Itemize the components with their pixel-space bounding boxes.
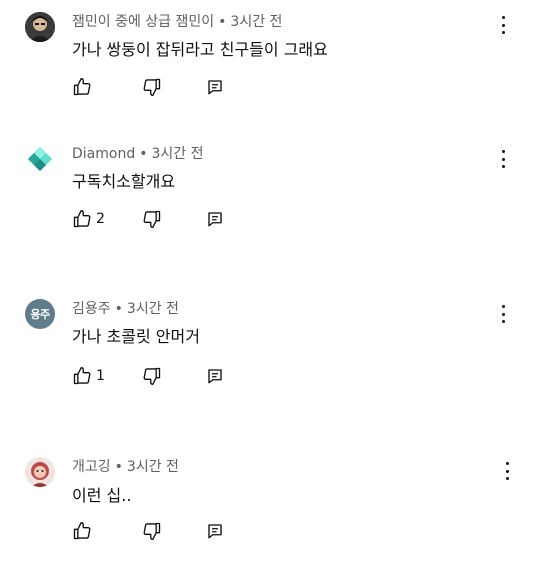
comment-item: 잼민이 중에 상급 잼민이 • 3시간 전 가나 쌍둥이 잡뒤라고 친구들이 그래요 (0, 0, 538, 120)
timestamp[interactable]: 3시간 전 (151, 146, 203, 162)
comment-text: 이런 십.. (72, 486, 132, 505)
reply-button[interactable] (206, 210, 224, 228)
thumbs-up-icon (73, 522, 91, 540)
more-vertical-icon (501, 305, 505, 308)
more-vertical-icon (505, 462, 509, 465)
dislike-button[interactable] (142, 366, 206, 386)
timestamp[interactable]: 3시간 전 (127, 301, 179, 317)
reply-icon (208, 524, 222, 539)
comment-meta: 김용주 • 3시간 전 (72, 298, 179, 318)
dislike-button[interactable] (142, 77, 206, 97)
avatar-photo (25, 457, 55, 487)
avatar[interactable] (25, 12, 55, 42)
avatar-photo (25, 12, 55, 42)
separator: • (139, 146, 148, 162)
thumbs-down-icon (143, 78, 161, 97)
timestamp[interactable]: 3시간 전 (230, 14, 282, 30)
reply-icon (208, 80, 222, 95)
comment-item: 개고깅 • 3시간 전 이런 십.. (0, 446, 538, 566)
comment-item: 용주 김용주 • 3시간 전 가나 초콜릿 안머거 1 (0, 288, 538, 408)
more-options-button[interactable] (498, 148, 508, 170)
reply-icon (208, 212, 222, 227)
separator: • (114, 301, 123, 317)
like-button[interactable] (72, 521, 142, 541)
thumbs-down-icon (143, 522, 161, 540)
like-count: 1 (96, 368, 105, 384)
like-button[interactable] (72, 77, 142, 97)
comment-text: 가나 쌍둥이 잡뒤라고 친구들이 그래요 (72, 40, 328, 59)
author-name[interactable]: 개고깅 (72, 459, 111, 475)
comment-actions: 2 (72, 208, 224, 230)
avatar[interactable] (25, 457, 55, 487)
separator: • (114, 459, 123, 475)
author-name[interactable]: Diamond (72, 146, 135, 162)
author-name[interactable]: 잼민이 중에 상급 잼민이 (72, 14, 214, 30)
dislike-button[interactable] (142, 521, 206, 541)
timestamp[interactable]: 3시간 전 (127, 459, 179, 475)
like-button[interactable]: 1 (72, 366, 142, 386)
more-options-button[interactable] (498, 14, 508, 36)
comment-actions (72, 520, 224, 542)
separator: • (218, 14, 227, 30)
comment-text: 구독치소할개요 (72, 172, 176, 191)
thumbs-up-icon (73, 367, 91, 385)
like-count: 2 (96, 211, 105, 227)
comment-actions (72, 76, 224, 98)
like-button[interactable]: 2 (72, 209, 142, 229)
thumbs-up-icon (73, 78, 91, 96)
more-options-button[interactable] (502, 460, 512, 482)
thumbs-up-icon (73, 210, 91, 228)
thumbs-down-icon (143, 367, 161, 385)
comment-item: Diamond • 3시간 전 구독치소할개요 2 (0, 132, 538, 252)
comment-actions: 1 (72, 365, 224, 387)
avatar[interactable] (25, 144, 55, 174)
reply-button[interactable] (206, 78, 224, 96)
comment-text: 가나 초콜릿 안머거 (72, 327, 200, 346)
reply-button[interactable] (206, 522, 224, 540)
thumbs-down-icon (143, 210, 161, 228)
reply-button[interactable] (206, 367, 224, 385)
avatar[interactable]: 용주 (25, 299, 55, 329)
more-options-button[interactable] (498, 303, 508, 325)
comment-meta: 잼민이 중에 상급 잼민이 • 3시간 전 (72, 11, 282, 31)
diamond-icon (28, 147, 52, 171)
comment-meta: 개고깅 • 3시간 전 (72, 456, 179, 476)
more-vertical-icon (501, 150, 505, 153)
more-vertical-icon (501, 16, 505, 19)
avatar-initials: 용주 (30, 308, 50, 321)
reply-icon (208, 369, 222, 384)
author-name[interactable]: 김용주 (72, 301, 111, 317)
comment-meta: Diamond • 3시간 전 (72, 143, 203, 163)
dislike-button[interactable] (142, 209, 206, 229)
